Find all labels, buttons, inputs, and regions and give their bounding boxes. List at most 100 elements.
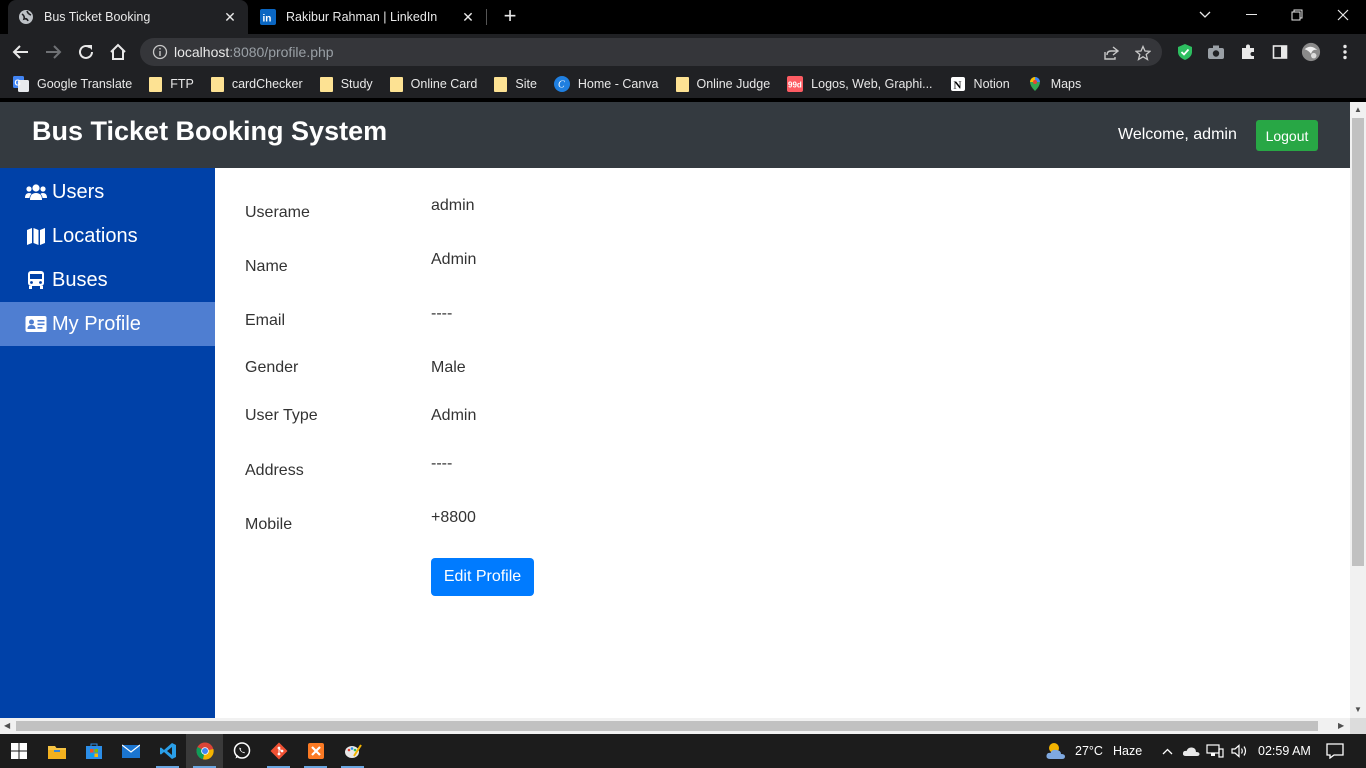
bookmark-notion[interactable]: N Notion — [950, 76, 1010, 92]
address-bar[interactable]: localhost:8080/profile.php — [140, 38, 1162, 66]
bookmark-label: Study — [340, 77, 373, 91]
tab-bus-ticket-booking[interactable]: Bus Ticket Booking ✕ — [8, 0, 248, 34]
linkedin-icon: in — [260, 9, 276, 25]
side-panel-icon[interactable] — [1270, 42, 1290, 62]
home-icon[interactable] — [106, 40, 130, 64]
tab-title: Bus Ticket Booking — [44, 10, 151, 24]
sidebar-item-my-profile[interactable]: My Profile — [0, 302, 215, 346]
notifications-icon[interactable] — [1318, 734, 1352, 768]
volume-icon[interactable] — [1223, 734, 1257, 768]
reload-icon[interactable] — [74, 40, 98, 64]
shield-extension-icon[interactable] — [1175, 42, 1195, 62]
tab-title: Rakibur Rahman | LinkedIn — [286, 10, 438, 24]
puzzle-extensions-icon[interactable] — [1238, 42, 1258, 62]
weather-temp[interactable]: 27°C — [1075, 744, 1103, 758]
git-app-icon[interactable] — [260, 734, 297, 768]
bookmark-ftp[interactable]: FTP — [149, 76, 194, 92]
maps-icon — [1027, 76, 1043, 92]
bookmark-label: Maps — [1050, 77, 1082, 91]
url-path: :8080/profile.php — [229, 44, 334, 60]
bus-icon — [24, 269, 48, 291]
close-tab-icon[interactable]: ✕ — [222, 9, 238, 25]
info-icon[interactable] — [152, 44, 168, 60]
horizontal-scrollbar[interactable]: ◀ ▶ — [0, 718, 1350, 734]
sidebar-item-label: Buses — [52, 268, 108, 291]
scroll-right-icon[interactable]: ▶ — [1338, 721, 1344, 730]
field-value-address: ---- — [431, 455, 453, 472]
bookmark-maps[interactable]: Maps — [1027, 76, 1082, 92]
field-value-gender: Male — [431, 359, 466, 376]
bookmark-label: Notion — [973, 77, 1010, 91]
xampp-icon[interactable] — [297, 734, 334, 768]
weather-desc[interactable]: Haze — [1113, 744, 1142, 758]
field-value-name: Admin — [431, 251, 477, 268]
99designs-icon: 99d — [787, 76, 804, 92]
edit-profile-button[interactable]: Edit Profile — [431, 558, 534, 596]
scroll-left-icon[interactable]: ◀ — [4, 721, 10, 730]
forward-icon[interactable] — [41, 40, 65, 64]
new-tab-icon[interactable]: + — [498, 5, 522, 29]
svg-text:C: C — [558, 80, 565, 91]
share-icon[interactable] — [1102, 44, 1120, 62]
canva-icon: C — [553, 76, 570, 92]
scroll-down-icon[interactable]: ▼ — [1354, 705, 1362, 714]
clock-time[interactable]: 02:59 AM — [1258, 744, 1311, 758]
whatsapp-icon[interactable] — [223, 734, 260, 768]
field-value-mobile: +8800 — [431, 509, 476, 526]
back-icon[interactable] — [9, 40, 33, 64]
vertical-scrollbar[interactable]: ▲ ▼ — [1350, 102, 1366, 718]
folder-icon — [389, 76, 403, 92]
sidebar-item-users[interactable]: Users — [0, 170, 215, 214]
close-window-icon[interactable] — [1320, 0, 1366, 30]
sidebar: Users Locations Buses My Profile — [0, 168, 215, 718]
folder-icon — [210, 76, 224, 92]
menu-kebab-icon[interactable] — [1335, 42, 1355, 62]
logout-button[interactable]: Logout — [1256, 120, 1318, 151]
bookmark-home-canva[interactable]: C Home - Canva — [553, 76, 659, 92]
field-value-username: admin — [431, 197, 475, 214]
field-label-name: Name — [245, 258, 288, 275]
bookmark-label: Home - Canva — [577, 77, 659, 91]
bookmark-cardchecker[interactable]: cardChecker — [210, 76, 303, 92]
profile-avatar[interactable] — [1301, 42, 1321, 62]
field-value-email: ---- — [431, 305, 453, 322]
sidebar-item-locations[interactable]: Locations — [0, 214, 215, 258]
scroll-up-icon[interactable]: ▲ — [1354, 105, 1362, 114]
tab-search-icon[interactable] — [1182, 0, 1228, 30]
bookmark-study[interactable]: Study — [319, 76, 373, 92]
weather-icon[interactable] — [1038, 734, 1075, 768]
store-icon[interactable] — [75, 734, 112, 768]
field-label-mobile: Mobile — [245, 516, 293, 533]
bookmark-label: Site — [515, 77, 537, 91]
minimize-icon[interactable] — [1228, 0, 1274, 30]
tab-linkedin[interactable]: in Rakibur Rahman | LinkedIn ✕ — [250, 0, 486, 34]
vscode-icon[interactable] — [149, 734, 186, 768]
url-host: localhost — [174, 44, 230, 60]
camera-extension-icon[interactable] — [1206, 42, 1226, 62]
bookmark-google-translate[interactable]: G Google Translate — [13, 76, 132, 92]
browser-tabstrip: Bus Ticket Booking ✕ in Rakibur Rahman |… — [0, 0, 1366, 34]
bookmark-online-judge[interactable]: Online Judge — [675, 76, 770, 92]
map-icon — [24, 225, 48, 247]
file-explorer-icon[interactable] — [38, 734, 75, 768]
bookmark-label: Online Card — [410, 77, 478, 91]
browser-toolbar: localhost:8080/profile.php — [0, 34, 1366, 70]
close-tab-icon[interactable]: ✕ — [460, 9, 476, 25]
folder-icon — [149, 76, 163, 92]
restore-icon[interactable] — [1274, 0, 1320, 30]
bookmark-online-card[interactable]: Online Card — [389, 76, 478, 92]
sidebar-item-buses[interactable]: Buses — [0, 258, 215, 302]
windows-start-icon[interactable] — [0, 734, 37, 768]
bookmark-star-icon[interactable] — [1134, 44, 1152, 62]
svg-text:99d: 99d — [788, 81, 802, 90]
profile-panel: Userame admin Name Admin Email ---- Gend… — [215, 168, 1350, 718]
notion-icon: N — [950, 76, 966, 92]
sidebar-item-label: Users — [52, 180, 105, 203]
horizontal-scroll-thumb[interactable] — [16, 721, 1318, 731]
mail-icon[interactable] — [112, 734, 149, 768]
bookmark-site[interactable]: Site — [494, 76, 537, 92]
bookmark-logos-web[interactable]: 99d Logos, Web, Graphi... — [787, 76, 933, 92]
chrome-icon[interactable] — [186, 734, 223, 768]
paint-app-icon[interactable] — [334, 734, 371, 768]
vertical-scroll-thumb[interactable] — [1352, 118, 1364, 566]
